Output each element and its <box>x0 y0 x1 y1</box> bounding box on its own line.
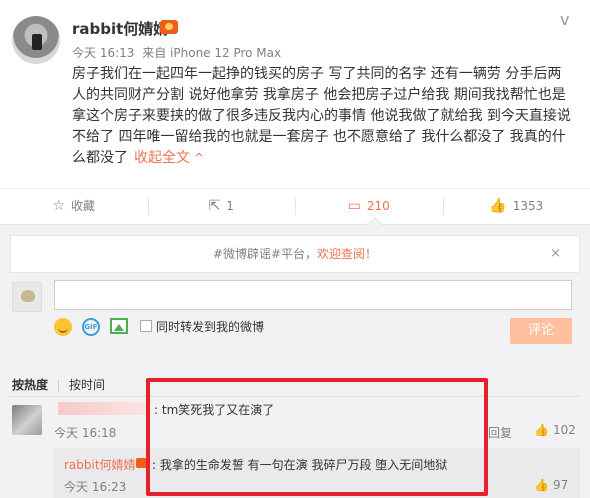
post-line: 么都没了 <box>72 150 128 166</box>
sub-comment-like-count: 97 <box>552 478 569 492</box>
action-bar: ☆ 收藏 ⇱ 1 ▭ 210 👍 1353 <box>0 188 590 222</box>
comment-like-count: 102 <box>552 423 576 437</box>
tab-divider <box>58 379 60 392</box>
chevron-down-icon[interactable]: v <box>560 10 569 29</box>
reply-button[interactable]: 回复 <box>488 424 512 441</box>
like-count: 1353 <box>512 198 544 213</box>
my-avatar <box>12 282 42 312</box>
vip-badge-icon <box>160 20 178 34</box>
sub-comment-time: 今天 16:23 <box>64 480 127 494</box>
post-line-last: 么都没了 收起全文 ^ <box>72 148 577 169</box>
share-icon: ⇱ <box>208 197 221 214</box>
collapse-link[interactable]: 收起全文 <box>134 150 190 166</box>
commenter-name-redacted <box>58 402 150 415</box>
repost-checkbox[interactable] <box>140 320 152 332</box>
gif-icon[interactable]: GIF <box>82 318 100 336</box>
weibo-post-page: rabbit何婧婧 v 今天 16:13 来自 iPhone 12 Pro Ma… <box>0 0 590 498</box>
tab-time[interactable]: 按时间 <box>69 378 105 392</box>
post-meta: 今天 16:13 来自 iPhone 12 Pro Max <box>72 44 281 61</box>
close-icon[interactable]: × <box>550 236 561 272</box>
post-line: 人的共同财产分割 说好他拿劳 我拿房子 他会把房子过户给我 期间我找帮忙也是 <box>72 87 566 103</box>
post-time[interactable]: 今天 16:13 <box>72 46 134 60</box>
post-avatar[interactable] <box>12 16 60 64</box>
tab-hot[interactable]: 按热度 <box>12 378 48 392</box>
thumbs-up-icon: 👍 <box>489 197 507 214</box>
comment-button[interactable]: ▭ 210 <box>295 189 443 222</box>
emoji-icon[interactable] <box>54 318 72 336</box>
notice-text: #微博辟谣#平台， <box>212 247 318 261</box>
avatar-phone-decor <box>32 34 42 50</box>
sort-tabs: 按热度 按时间 <box>12 376 105 393</box>
sub-comment-like-button[interactable]: 👍 97 <box>534 478 568 492</box>
repost-count: 1 <box>226 198 234 213</box>
repost-checkbox-label[interactable]: 同时转发到我的微博 <box>156 318 264 335</box>
comment-time: 今天 16:18 <box>54 426 117 440</box>
chevron-up-icon[interactable]: ^ <box>194 151 204 165</box>
star-icon: ☆ <box>52 197 66 214</box>
rumor-notice: #微博辟谣#平台，欢迎查阅！ × <box>10 235 580 273</box>
comment-input[interactable] <box>54 280 572 310</box>
post-source: 来自 iPhone 12 Pro Max <box>142 46 282 60</box>
notice-link[interactable]: 欢迎查阅！ <box>317 247 377 261</box>
submit-comment-button[interactable]: 评论 <box>510 318 572 344</box>
post-body: 房子我们在一起四年一起挣的钱买的房子 写了共同的名字 还有一辆劳 分手后两 人的… <box>72 64 577 169</box>
comment-icon: ▭ <box>347 197 361 214</box>
comment-like-button[interactable]: 👍 102 <box>534 423 576 437</box>
red-highlight-annotation <box>146 378 488 496</box>
image-icon[interactable] <box>110 318 128 334</box>
comment-count: 210 <box>366 198 390 213</box>
post-line: 房子我们在一起四年一起挣的钱买的房子 写了共同的名字 还有一辆劳 分手后两 <box>72 66 562 82</box>
post-line: 不给了 四年唯一留给我的也就是一套房子 也不愿意给了 我什么都没了 我真的什 <box>72 129 566 145</box>
repost-button[interactable]: ⇱ 1 <box>147 189 296 222</box>
favorite-label: 收藏 <box>71 199 96 213</box>
post-username[interactable]: rabbit何婧婧 <box>72 18 168 39</box>
favorite-button[interactable]: ☆ 收藏 <box>0 189 148 222</box>
thumbs-up-icon: 👍 <box>534 423 549 437</box>
post-line: 拿这个房子来要挟的做了很多违反我内心的事情 他说我做了就给我 到今天直接说 <box>72 108 571 124</box>
commenter-avatar[interactable] <box>12 405 42 435</box>
sub-comment-username[interactable]: rabbit何婧婧 <box>64 456 136 473</box>
thumbs-up-icon: 👍 <box>534 478 549 492</box>
like-button[interactable]: 👍 1353 <box>442 189 590 222</box>
